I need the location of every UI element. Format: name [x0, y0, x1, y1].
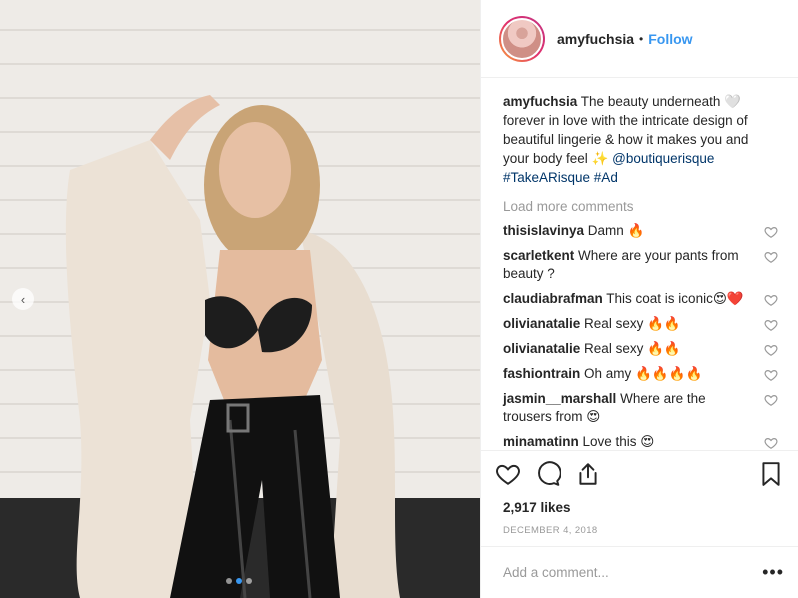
- carousel-dot: [246, 578, 252, 584]
- post-sidebar: amyfuchsia • Follow amyfuchsia The beaut…: [480, 0, 798, 598]
- comment-heart-icon[interactable]: [764, 225, 778, 239]
- comment-item: fashiontrain Oh amy 🔥🔥🔥🔥: [503, 365, 778, 383]
- post-image: [0, 0, 480, 598]
- more-options-icon[interactable]: •••: [762, 562, 784, 583]
- post-caption: amyfuchsia The beauty underneath 🤍 forev…: [503, 92, 778, 187]
- follow-button[interactable]: Follow: [648, 31, 692, 47]
- bookmark-icon[interactable]: [758, 461, 784, 487]
- add-comment-bar: •••: [481, 546, 798, 598]
- username-link[interactable]: amyfuchsia: [557, 31, 634, 47]
- comment-username[interactable]: thisislavinya: [503, 223, 584, 238]
- comment-heart-icon[interactable]: [764, 368, 778, 382]
- caption-mention[interactable]: @boutiquerisque: [612, 151, 714, 166]
- previous-photo-button[interactable]: ‹: [12, 288, 34, 310]
- comment-username[interactable]: olivianatalie: [503, 316, 580, 331]
- comment-heart-icon[interactable]: [764, 250, 778, 264]
- carousel-dot-active: [236, 578, 242, 584]
- comment-username[interactable]: claudiabrafman: [503, 291, 603, 306]
- comment-text: Real sexy 🔥🔥: [580, 316, 681, 331]
- comment-item: jasmin__marshall Where are the trousers …: [503, 390, 778, 426]
- comments-section: amyfuchsia The beauty underneath 🤍 forev…: [481, 78, 798, 450]
- comment-item: claudiabrafman This coat is iconic😍❤️: [503, 290, 778, 308]
- comment-heart-icon[interactable]: [764, 293, 778, 307]
- comment-item: olivianatalie Real sexy 🔥🔥: [503, 315, 778, 333]
- comment-item: olivianatalie Real sexy 🔥🔥: [503, 340, 778, 358]
- share-icon[interactable]: [575, 461, 601, 487]
- comment-username[interactable]: jasmin__marshall: [503, 391, 616, 406]
- separator-dot: •: [639, 31, 644, 46]
- comment-heart-icon[interactable]: [764, 343, 778, 357]
- likes-count[interactable]: 2,917 likes: [481, 496, 798, 520]
- heart-icon[interactable]: [495, 461, 521, 487]
- comment-item: thisislavinya Damn 🔥: [503, 222, 778, 240]
- carousel-indicator: [226, 578, 252, 584]
- post-photo[interactable]: ‹: [0, 0, 480, 598]
- comment-heart-icon[interactable]: [764, 436, 778, 450]
- comment-item: scarletkent Where are your pants from be…: [503, 247, 778, 283]
- post-actions: [481, 450, 798, 496]
- load-more-comments-button[interactable]: Load more comments: [503, 199, 778, 214]
- comment-username[interactable]: minamatinn: [503, 434, 579, 449]
- avatar-story-ring[interactable]: [499, 15, 545, 62]
- caption-hashtags[interactable]: #TakeARisque #Ad: [503, 170, 618, 185]
- comment-username[interactable]: scarletkent: [503, 248, 574, 263]
- avatar: [501, 17, 543, 60]
- post-header: amyfuchsia • Follow: [481, 0, 798, 78]
- chevron-left-icon: ‹: [20, 291, 26, 307]
- comment-item: minamatinn Love this 😍: [503, 433, 778, 450]
- caption-username[interactable]: amyfuchsia: [503, 94, 577, 109]
- instagram-post: ‹ amyfuchsia • Follow amyfuchsia The bea…: [0, 0, 798, 598]
- comment-heart-icon[interactable]: [764, 318, 778, 332]
- comment-text: Love this 😍: [578, 434, 655, 449]
- comment-text: Damn 🔥: [584, 223, 645, 238]
- comment-text: This coat is iconic😍❤️: [602, 291, 744, 306]
- comment-heart-icon[interactable]: [764, 393, 778, 407]
- comment-text: Oh amy 🔥🔥🔥🔥: [580, 366, 703, 381]
- add-comment-input[interactable]: [503, 565, 763, 580]
- comment-username[interactable]: olivianatalie: [503, 341, 580, 356]
- comment-text: Real sexy 🔥🔥: [580, 341, 681, 356]
- post-date[interactable]: DECEMBER 4, 2018: [481, 520, 798, 546]
- carousel-dot: [226, 578, 232, 584]
- comment-icon[interactable]: [535, 460, 561, 487]
- comment-username[interactable]: fashiontrain: [503, 366, 580, 381]
